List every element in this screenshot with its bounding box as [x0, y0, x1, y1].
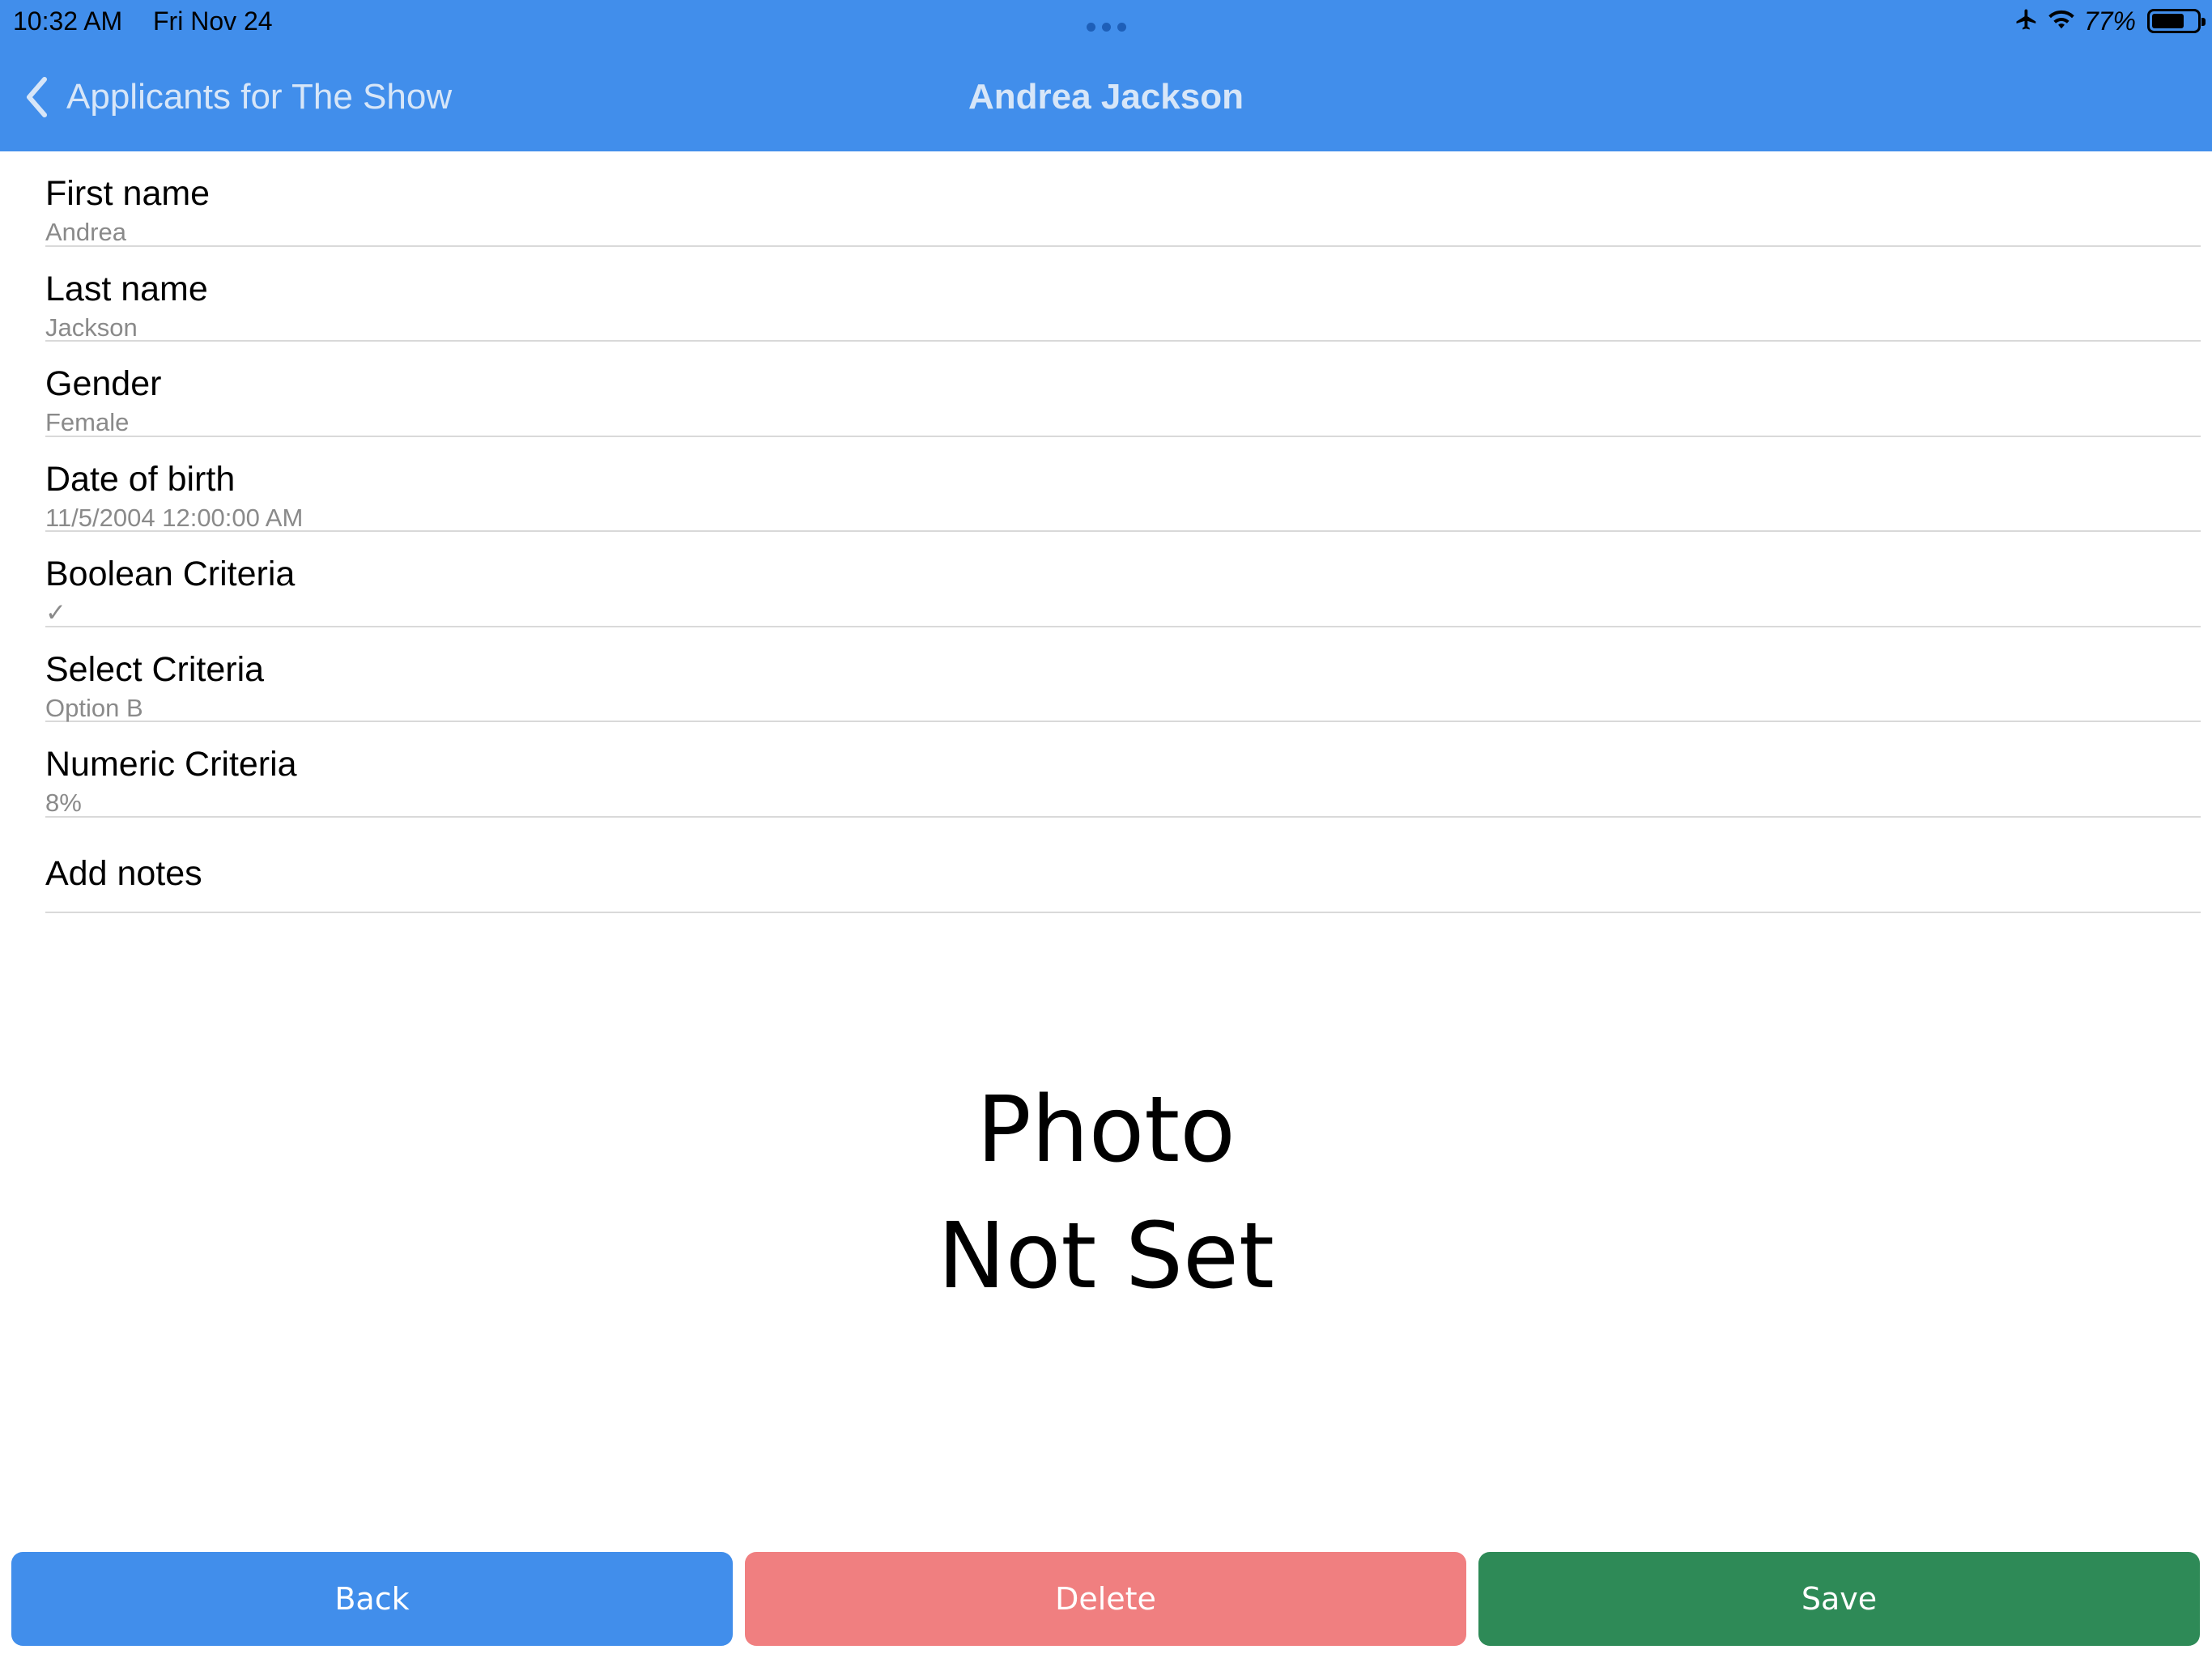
add-notes-row[interactable]: Add notes [45, 818, 2201, 913]
field-label: Gender [45, 364, 162, 403]
battery-icon [2147, 9, 2206, 33]
field-numeric-criteria[interactable]: Numeric Criteria 8% [45, 722, 2201, 818]
field-date-of-birth[interactable]: Date of birth 11/5/2004 12:00:00 AM [45, 437, 2201, 532]
save-button[interactable]: Save [1478, 1552, 2200, 1646]
field-label: Boolean Criteria [45, 555, 296, 593]
field-first-name[interactable]: First name Andrea [45, 151, 2201, 247]
field-label: Numeric Criteria [45, 745, 297, 784]
field-select-criteria[interactable]: Select Criteria Option B [45, 627, 2201, 722]
field-value: Female [45, 408, 130, 436]
nav-back-button[interactable]: Applicants for The Show [24, 73, 452, 121]
field-value: Jackson [45, 312, 138, 342]
status-date: Fri Nov 24 [153, 6, 273, 36]
battery-percentage: 77% [2083, 6, 2136, 36]
field-last-name[interactable]: Last name Jackson [45, 247, 2201, 342]
photo-placeholder-line2: Not Set [938, 1204, 1274, 1309]
navigation-header: 10:32 AM Fri Nov 24 77% Applicants for T… [0, 0, 2212, 151]
field-boolean-criteria[interactable]: Boolean Criteria ✓ [45, 532, 2201, 627]
nav-back-label: Applicants for The Show [66, 77, 453, 117]
field-label: First name [45, 174, 211, 213]
chevron-left-icon [24, 76, 49, 118]
wifi-icon [2047, 7, 2076, 36]
multitasking-dots-icon[interactable] [1082, 23, 1130, 32]
photo-placeholder-line1: Photo [976, 1078, 1236, 1183]
checkmark-icon: ✓ [45, 598, 66, 627]
airplane-icon [2014, 7, 2039, 36]
field-value: Option B [45, 693, 143, 722]
field-label: Last name [45, 269, 208, 308]
add-notes-label: Add notes [45, 853, 202, 893]
field-value: 11/5/2004 12:00:00 AM [45, 503, 304, 532]
status-time: 10:32 AM [13, 6, 123, 36]
field-gender[interactable]: Gender Female [45, 342, 2201, 437]
field-value: Andrea [45, 218, 126, 246]
applicant-form: First name Andrea Last name Jackson Gend… [45, 151, 2201, 913]
applicant-detail-screen: 10:32 AM Fri Nov 24 77% Applicants for T… [0, 0, 2212, 1658]
battery-level-fill [2152, 14, 2184, 28]
back-button[interactable]: Back [11, 1552, 733, 1646]
field-value: 8% [45, 789, 82, 817]
field-label: Select Criteria [45, 649, 265, 689]
status-indicators: 77% [2014, 5, 2206, 37]
delete-button[interactable]: Delete [745, 1552, 1466, 1646]
field-label: Date of birth [45, 459, 236, 499]
photo-placeholder[interactable]: Photo Not Set [0, 1067, 2212, 1320]
